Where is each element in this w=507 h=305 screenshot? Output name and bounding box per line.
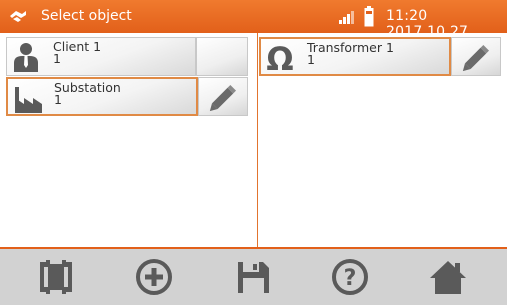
home-icon[interactable]	[428, 258, 468, 296]
svg-text:?: ?	[344, 266, 357, 291]
item-number: 1	[307, 52, 315, 67]
add-icon[interactable]	[134, 258, 174, 296]
edit-button[interactable]	[198, 77, 248, 116]
factory-icon	[15, 87, 42, 113]
item-name: Substation	[54, 80, 121, 95]
signal-strength-icon	[339, 11, 354, 24]
edit-button[interactable]	[451, 37, 501, 76]
list-item-transformer[interactable]: Ω Transformer 1 1	[259, 37, 451, 76]
header-bar: Select object 11:20 2017.10.27	[0, 0, 507, 40]
omega-icon: Ω	[266, 42, 293, 73]
list-item-substation[interactable]: Substation 1	[6, 77, 198, 116]
time-text: 11:20	[386, 8, 428, 24]
pencil-icon	[462, 44, 490, 72]
save-icon[interactable]	[233, 258, 273, 296]
item-name: Transformer 1	[307, 40, 394, 55]
help-icon[interactable]: ?	[330, 258, 370, 296]
item-number: 1	[54, 92, 62, 107]
bottom-toolbar: ?	[0, 249, 507, 305]
pencil-icon	[209, 84, 237, 112]
memory-card-icon[interactable]	[36, 258, 76, 296]
object-browser: Client 1 1 Substation 1 Ω Transformer 1 …	[0, 33, 507, 249]
empty-action-button[interactable]	[196, 37, 248, 76]
page-title: Select object	[41, 8, 132, 24]
person-icon	[14, 43, 38, 72]
column-divider	[257, 33, 258, 247]
item-number: 1	[53, 51, 61, 66]
svg-text:Ω: Ω	[266, 42, 293, 73]
battery-icon	[364, 6, 374, 27]
list-item-client[interactable]: Client 1 1	[6, 37, 196, 76]
logo-icon	[10, 11, 26, 22]
